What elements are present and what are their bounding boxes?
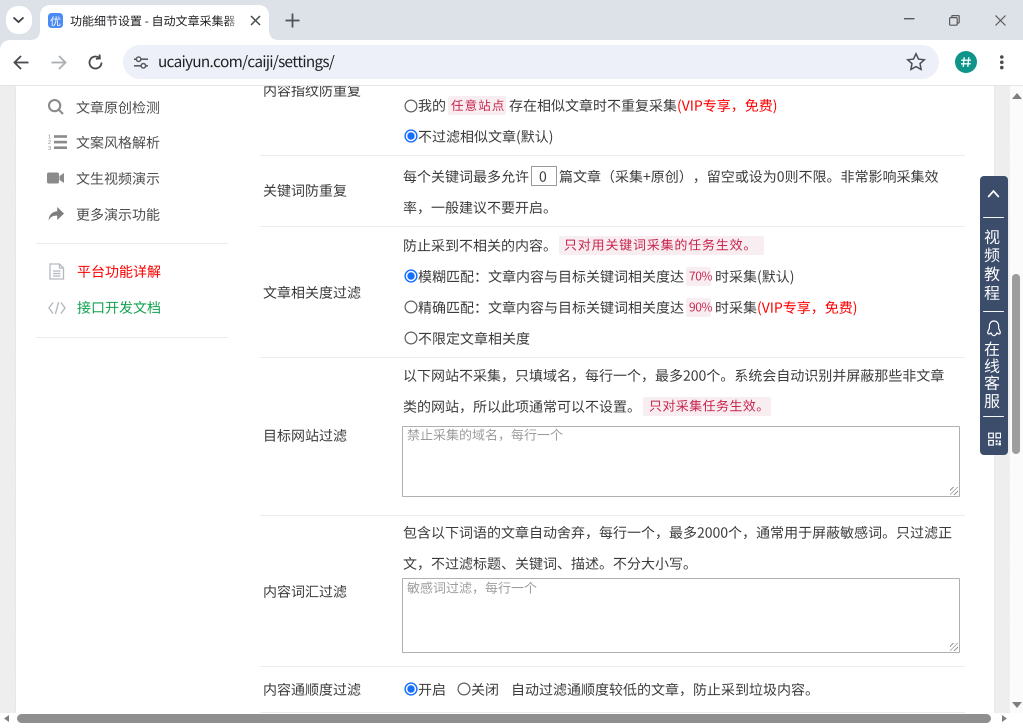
svg-text:3: 3 xyxy=(48,146,51,151)
